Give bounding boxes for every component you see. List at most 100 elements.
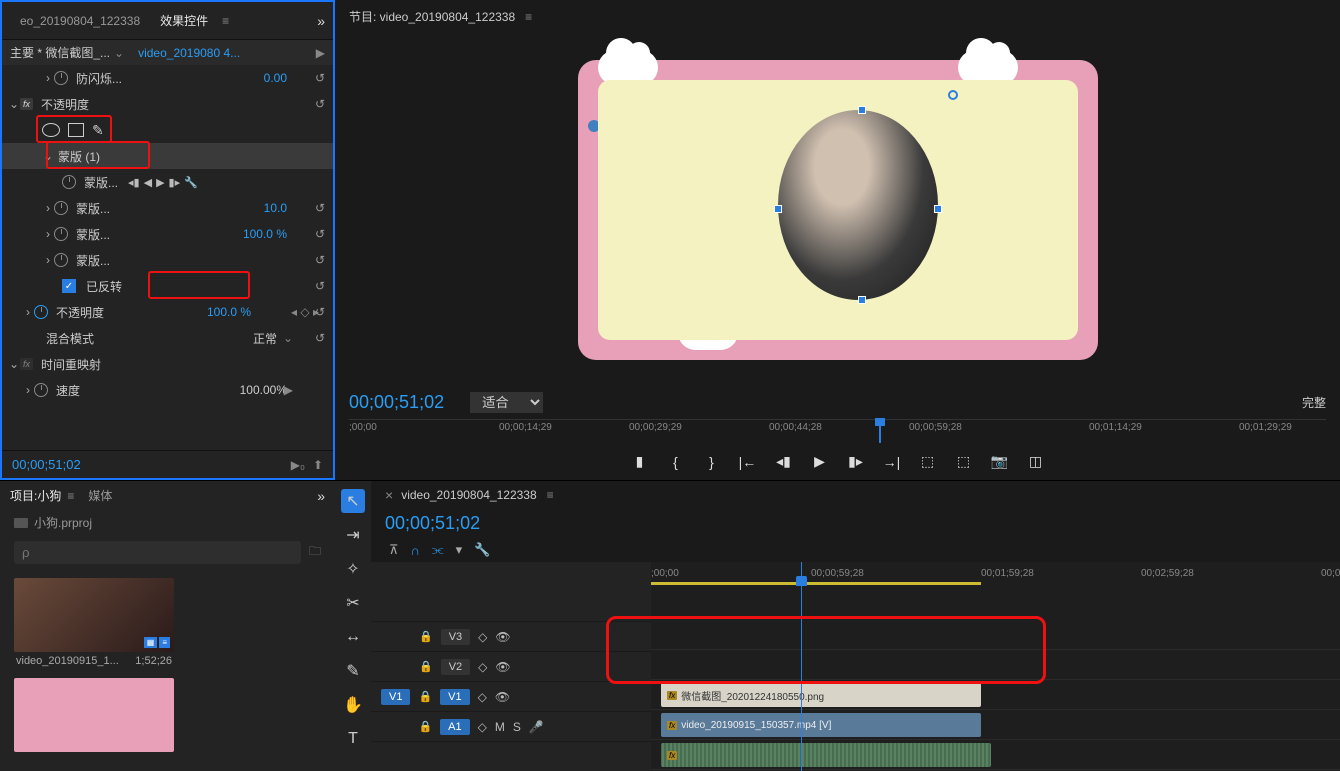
reset-icon[interactable]: ↺ <box>315 71 325 85</box>
item-thumbnail[interactable]: ▦≡ <box>14 578 174 652</box>
stopwatch-icon[interactable] <box>54 253 68 267</box>
reset-icon[interactable]: ↺ <box>315 253 325 267</box>
fx-badge[interactable]: fx <box>20 98 33 110</box>
mask-handle[interactable] <box>858 106 866 114</box>
mask-feather-value[interactable]: 10.0 <box>264 201 287 215</box>
item-thumbnail[interactable] <box>14 678 174 752</box>
toggle-open-icon[interactable]: ⌄ <box>8 357 20 371</box>
mask-rotate-handle[interactable] <box>948 90 958 100</box>
wrench-icon[interactable]: 🔧 <box>184 176 198 189</box>
hand-tool[interactable]: ✋ <box>341 693 365 717</box>
ec-clip-label[interactable]: video_2019080 4... <box>138 46 240 60</box>
mask-opacity-value[interactable]: 100.0 % <box>243 227 287 241</box>
ec-master-label[interactable]: 主要 * 微信截图_... <box>10 44 110 61</box>
step-fwd-icon[interactable]: ▮▸ <box>846 453 866 470</box>
clip-v1[interactable]: fx video_20190915_150357.mp4 [V] <box>661 713 981 737</box>
stopwatch-icon[interactable] <box>34 383 48 397</box>
slip-tool[interactable]: ↔ <box>341 625 365 649</box>
toggle-icon[interactable]: › <box>42 253 54 267</box>
clip-a1[interactable]: fx <box>661 743 991 767</box>
linked-icon[interactable]: ⫘ <box>432 542 444 558</box>
razor-tool[interactable]: ✂ <box>341 591 365 615</box>
track-visibility-icon[interactable]: 👁 <box>495 660 510 674</box>
anti-flicker-value[interactable]: 0.00 <box>264 71 287 85</box>
track-v2-label[interactable]: V2 <box>441 659 470 675</box>
reset-icon[interactable]: ↺ <box>315 331 325 345</box>
tab-menu-icon[interactable]: ≡ <box>67 489 74 503</box>
program-ruler[interactable]: ;00;0000;00;14;2900;00;29;2900;00;44;280… <box>349 419 1326 443</box>
reset-icon[interactable]: ↺ <box>315 305 325 319</box>
lock-icon[interactable]: 🔒 <box>418 720 432 733</box>
blend-mode-value[interactable]: 正常 <box>253 330 277 347</box>
inverted-checkbox[interactable]: ✓ <box>62 279 76 293</box>
work-area-bar[interactable] <box>651 582 981 585</box>
seq-close-icon[interactable]: × <box>385 487 393 503</box>
track-visibility-icon[interactable]: 👁 <box>495 690 510 704</box>
lock-icon[interactable]: 🔒 <box>419 660 433 673</box>
timeline-time[interactable]: 00;00;51;02 <box>385 513 480 534</box>
lock-icon[interactable]: 🔒 <box>418 690 432 703</box>
track-back-icon[interactable]: ◀ <box>144 176 152 189</box>
track-v2-lane[interactable]: fx 微信截图_20201224180550.png <box>651 680 1340 710</box>
program-canvas[interactable] <box>335 33 1340 386</box>
toggle-icon[interactable]: › <box>42 201 54 215</box>
expand-icon[interactable]: » <box>317 488 325 504</box>
program-title[interactable]: 节目: video_20190804_122338 <box>349 8 515 25</box>
src-v1-patch[interactable]: V1 <box>381 689 410 705</box>
mask-handle[interactable] <box>774 205 782 213</box>
mask-handle[interactable] <box>934 205 942 213</box>
track-select-tool[interactable]: ⇥ <box>341 523 365 547</box>
media-tab[interactable]: 媒体 <box>88 487 112 504</box>
snap-icon[interactable]: ∩ <box>411 543 420 558</box>
lock-icon[interactable]: 🔒 <box>419 630 433 643</box>
go-in-icon[interactable]: |← <box>738 454 758 470</box>
ec-tab-effects[interactable]: 效果控件 <box>150 8 218 33</box>
stopwatch-icon[interactable] <box>62 175 76 189</box>
loop-icon[interactable]: ▶₀ <box>291 458 305 472</box>
out-point-icon[interactable]: } <box>702 454 722 470</box>
track-play-icon[interactable]: ▶ <box>156 176 164 189</box>
stopwatch-icon[interactable] <box>54 71 68 85</box>
track-v1-label[interactable]: V1 <box>440 689 469 705</box>
fx-badge[interactable]: fx <box>20 358 33 370</box>
timeline-ruler[interactable]: ;00;0000;00;59;2800;01;59;2800;02;59;280… <box>651 562 1340 590</box>
ec-tab-menu-icon[interactable]: ≡ <box>222 14 229 28</box>
pen-tool[interactable]: ✎ <box>341 659 365 683</box>
ec-time[interactable]: 00;00;51;02 <box>12 457 81 472</box>
project-bin[interactable]: 小狗.prproj <box>0 510 335 535</box>
track-prev-icon[interactable]: ◂▮ <box>128 176 140 189</box>
play-arrow-icon[interactable]: ▶ <box>316 46 325 60</box>
search-bin-icon[interactable]: 🗀 <box>309 542 321 563</box>
toggle-icon[interactable]: › <box>22 305 34 319</box>
settings-icon[interactable]: 🔧 <box>474 542 490 558</box>
export-icon[interactable]: ⬆ <box>313 458 323 472</box>
insert-icon[interactable]: ⊼ <box>389 542 399 558</box>
ec-expand-icon[interactable]: » <box>317 13 325 29</box>
clip-v2[interactable]: fx 微信截图_20201224180550.png <box>661 683 981 707</box>
track-output-icon[interactable]: ◇ <box>478 720 487 734</box>
marker-icon[interactable]: ▮ <box>630 453 650 470</box>
ripple-tool[interactable]: ✧ <box>341 557 365 581</box>
track-v1-lane[interactable]: fx video_20190915_150357.mp4 [V] <box>651 710 1340 740</box>
program-menu-icon[interactable]: ≡ <box>525 10 532 24</box>
lift-icon[interactable]: ⬚ <box>918 453 938 470</box>
zoom-select[interactable]: 适合 <box>470 392 543 413</box>
project-item[interactable]: ▦≡ video_20190915_1... 1;52;26 <box>14 578 174 670</box>
chevron-down-icon[interactable]: ⌄ <box>114 46 124 60</box>
go-out-icon[interactable]: →| <box>882 454 902 470</box>
in-point-icon[interactable]: { <box>666 454 686 470</box>
timeline-tracks[interactable]: ;00;0000;00;59;2800;01;59;2800;02;59;280… <box>651 562 1340 771</box>
program-playhead[interactable] <box>879 420 881 443</box>
track-a1-label[interactable]: A1 <box>440 719 469 735</box>
compare-icon[interactable]: ◫ <box>1026 453 1046 470</box>
toggle-icon[interactable]: › <box>42 227 54 241</box>
marker-add-icon[interactable]: ▾ <box>456 542 463 558</box>
track-output-icon[interactable]: ◇ <box>478 630 487 644</box>
ellipse-mask-preview[interactable] <box>778 110 938 300</box>
project-tab[interactable]: 项目:小狗 <box>10 487 61 504</box>
solo-button[interactable]: S <box>513 720 521 734</box>
stopwatch-active-icon[interactable] <box>34 305 48 319</box>
reset-icon[interactable]: ↺ <box>315 227 325 241</box>
resolution-select[interactable]: 完整 <box>1302 394 1326 411</box>
project-item[interactable] <box>14 678 174 752</box>
